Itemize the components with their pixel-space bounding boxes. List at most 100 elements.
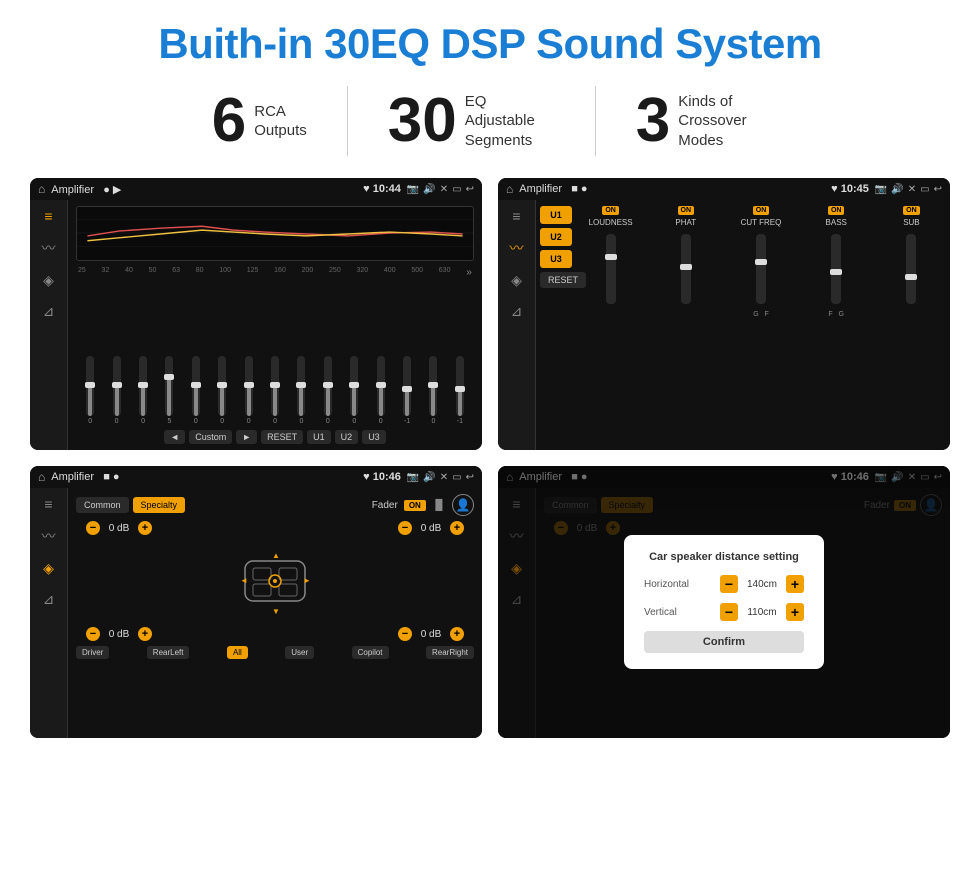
slider-thumb-8[interactable] <box>296 382 306 388</box>
horizontal-minus[interactable]: − <box>720 575 738 593</box>
fader-common-tab[interactable]: Common <box>76 497 129 513</box>
eq-u1-btn[interactable]: U1 <box>307 430 331 444</box>
preset-u2[interactable]: U2 <box>540 228 572 246</box>
eq-reset-btn[interactable]: RESET <box>261 430 303 444</box>
slider-thumb-14[interactable] <box>455 386 465 392</box>
eq-icon-3[interactable]: ≡ <box>44 496 52 512</box>
camera-icon-3: 📷 <box>407 472 419 483</box>
vol-minus-tr[interactable]: − <box>398 521 412 535</box>
close-icon-2[interactable]: ✕ <box>908 184 916 195</box>
slider-thumb-1[interactable] <box>112 382 122 388</box>
sub-slider[interactable] <box>906 234 916 304</box>
wave-icon[interactable]: 〰 <box>42 238 56 258</box>
vol-plus-tr[interactable]: + <box>450 521 464 535</box>
fader-on-btn[interactable]: ON <box>404 500 426 511</box>
slider-track-0[interactable] <box>86 356 94 416</box>
volume-side-icon[interactable]: ⊿ <box>43 303 55 320</box>
all-btn[interactable]: All <box>227 646 248 659</box>
eq-u2-btn[interactable]: U2 <box>335 430 359 444</box>
vol-val-tl: 0 dB <box>103 523 135 534</box>
preset-u1[interactable]: U1 <box>540 206 572 224</box>
bass-slider[interactable] <box>831 234 841 304</box>
freq-320: 320 <box>356 267 368 278</box>
slider-thumb-4[interactable] <box>191 382 201 388</box>
slider-thumb-0[interactable] <box>85 382 95 388</box>
slider-track-11[interactable] <box>377 356 385 416</box>
slider-thumb-13[interactable] <box>428 382 438 388</box>
slider-track-10[interactable] <box>350 356 358 416</box>
copilot-btn[interactable]: Copilot <box>352 646 389 659</box>
loudness-thumb[interactable] <box>605 254 617 260</box>
eq-icon[interactable]: ≡ <box>44 208 52 224</box>
eq-icon-2[interactable]: ≡ <box>512 208 520 224</box>
minimize-icon-1[interactable]: ▭ <box>452 184 461 195</box>
slider-track-2[interactable] <box>139 356 147 416</box>
slider-track-3[interactable] <box>165 356 173 416</box>
vol-minus-br[interactable]: − <box>398 627 412 641</box>
cutfreq-thumb[interactable] <box>755 259 767 265</box>
slider-track-9[interactable] <box>324 356 332 416</box>
slider-thumb-6[interactable] <box>244 382 254 388</box>
slider-track-13[interactable] <box>429 356 437 416</box>
speaker-icon-2[interactable]: ◈ <box>511 272 522 289</box>
user-btn[interactable]: User <box>285 646 314 659</box>
sub-thumb[interactable] <box>905 274 917 280</box>
loudness-slider[interactable] <box>606 234 616 304</box>
close-icon-1[interactable]: ✕ <box>440 184 448 195</box>
home-icon-2[interactable]: ⌂ <box>506 182 513 196</box>
close-icon-3[interactable]: ✕ <box>440 472 448 483</box>
bass-thumb[interactable] <box>830 269 842 275</box>
phat-slider[interactable] <box>681 234 691 304</box>
vol-plus-tl[interactable]: + <box>138 521 152 535</box>
slider-thumb-9[interactable] <box>323 382 333 388</box>
back-icon-2[interactable]: ↩ <box>934 184 942 195</box>
slider-thumb-10[interactable] <box>349 382 359 388</box>
horizontal-plus[interactable]: + <box>786 575 804 593</box>
vol-minus-tl[interactable]: − <box>86 521 100 535</box>
speaker-icon-3[interactable]: ◈ <box>43 560 54 577</box>
back-icon-3[interactable]: ↩ <box>466 472 474 483</box>
slider-thumb-5[interactable] <box>217 382 227 388</box>
slider-track-12[interactable] <box>403 356 411 416</box>
slider-track-8[interactable] <box>297 356 305 416</box>
vol-plus-bl[interactable]: + <box>138 627 152 641</box>
wave-icon-3[interactable]: 〰 <box>42 526 56 546</box>
rearright-btn[interactable]: RearRight <box>426 646 474 659</box>
eq-custom-btn[interactable]: Custom <box>189 430 232 444</box>
slider-thumb-12[interactable] <box>402 386 412 392</box>
slider-thumb-3[interactable] <box>164 374 174 380</box>
slider-track-14[interactable] <box>456 356 464 416</box>
preset-u3[interactable]: U3 <box>540 250 572 268</box>
volume-side-icon-3[interactable]: ⊿ <box>43 591 55 608</box>
slider-track-5[interactable] <box>218 356 226 416</box>
vol-plus-br[interactable]: + <box>450 627 464 641</box>
slider-thumb-2[interactable] <box>138 382 148 388</box>
slider-thumb-7[interactable] <box>270 382 280 388</box>
slider-track-4[interactable] <box>192 356 200 416</box>
vertical-plus[interactable]: + <box>786 603 804 621</box>
slider-track-7[interactable] <box>271 356 279 416</box>
driver-btn[interactable]: Driver <box>76 646 109 659</box>
back-icon-1[interactable]: ↩ <box>466 184 474 195</box>
cutfreq-slider[interactable] <box>756 234 766 304</box>
home-icon-3[interactable]: ⌂ <box>38 470 45 484</box>
slider-col-13: 0 <box>421 356 445 425</box>
minimize-icon-2[interactable]: ▭ <box>920 184 929 195</box>
vol-minus-bl[interactable]: − <box>86 627 100 641</box>
vertical-minus[interactable]: − <box>720 603 738 621</box>
eq-prev-btn[interactable]: ◄ <box>164 430 185 444</box>
wave-icon-2[interactable]: 〰 <box>510 238 524 258</box>
volume-side-icon-2[interactable]: ⊿ <box>511 303 523 320</box>
phat-thumb[interactable] <box>680 264 692 270</box>
slider-track-1[interactable] <box>113 356 121 416</box>
minimize-icon-3[interactable]: ▭ <box>452 472 461 483</box>
eq-next-btn[interactable]: ► <box>236 430 257 444</box>
eq-u3-btn[interactable]: U3 <box>362 430 386 444</box>
rearleft-btn[interactable]: RearLeft <box>147 646 190 659</box>
home-icon-1[interactable]: ⌂ <box>38 182 45 196</box>
speaker-icon[interactable]: ◈ <box>43 272 54 289</box>
confirm-button[interactable]: Confirm <box>644 631 804 653</box>
fader-specialty-tab[interactable]: Specialty <box>133 497 186 513</box>
slider-track-6[interactable] <box>245 356 253 416</box>
slider-thumb-11[interactable] <box>376 382 386 388</box>
